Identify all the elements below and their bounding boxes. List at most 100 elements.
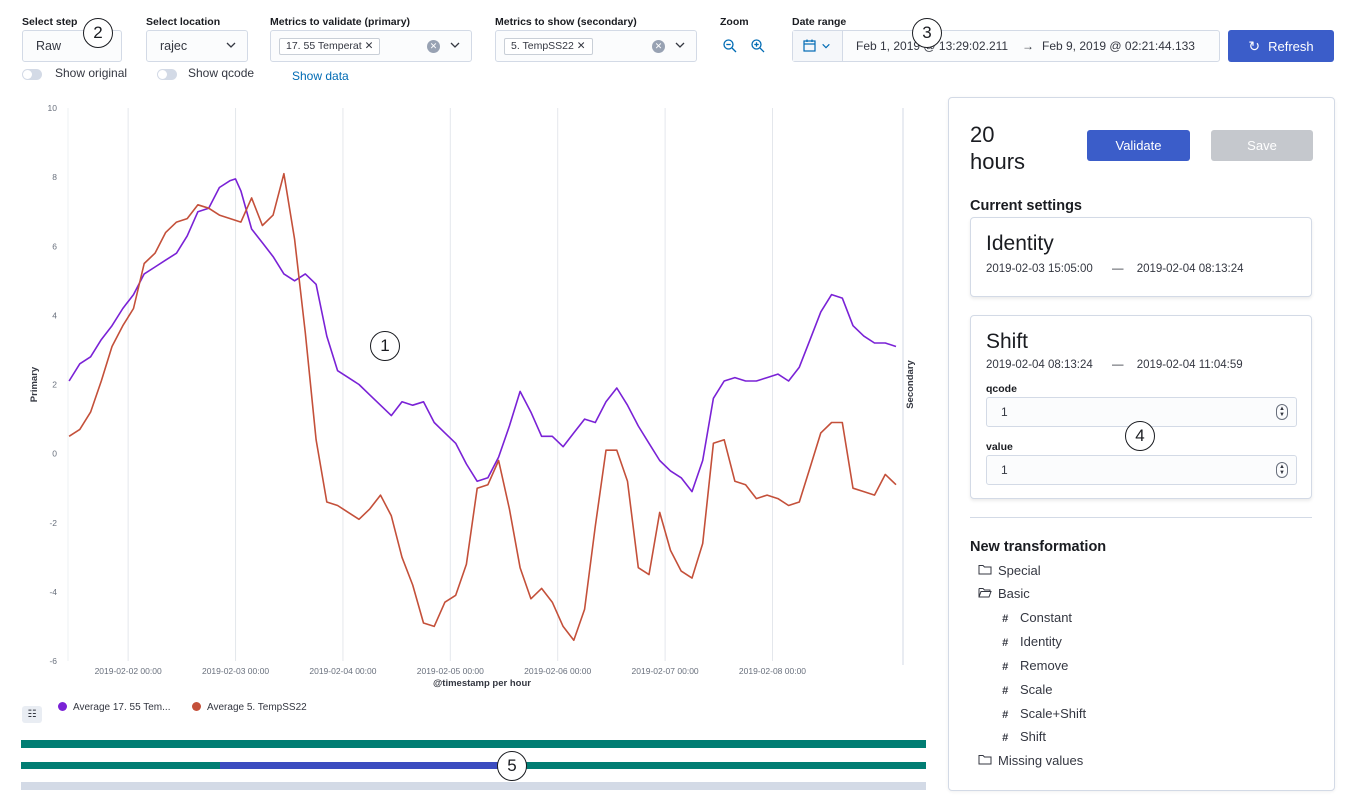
callout-3: 3 [912, 18, 942, 48]
select-location-dropdown[interactable]: rajec [146, 30, 248, 62]
duration-value: 20 [970, 122, 995, 147]
date-range-label: Date range [792, 16, 847, 28]
zoom-in-icon[interactable] [750, 38, 766, 54]
y-tick-label: -4 [49, 587, 57, 597]
chevron-down-icon [226, 42, 236, 48]
tree-label: Identity [1020, 634, 1062, 649]
tree-item-constant[interactable]: # Constant [1002, 610, 1072, 625]
timeline-bar-secondary[interactable] [21, 762, 926, 769]
validate-button[interactable]: Validate [1087, 130, 1190, 161]
zoom-out-icon[interactable] [722, 38, 738, 54]
legend-dot [192, 702, 201, 711]
legend-item-primary[interactable]: Average 17. 55 Tem... [58, 702, 170, 713]
timeline-track[interactable] [21, 782, 926, 790]
show-data-link[interactable]: Show data [292, 69, 349, 83]
tree-label: Special [998, 563, 1041, 578]
primary-metrics-label: Metrics to validate (primary) [270, 16, 411, 28]
calendar-icon [803, 39, 816, 52]
legend-dot [58, 702, 67, 711]
refresh-icon: ↻ [1248, 37, 1261, 54]
date-range-end[interactable]: Feb 9, 2019 @ 02:21:44.133 [1042, 39, 1195, 53]
identity-end: 2019-02-04 08:13:24 [1136, 263, 1244, 275]
secondary-metrics-combobox[interactable]: 5. TempSS22 ✕ ✕ [495, 30, 697, 62]
tree-item-shift[interactable]: # Shift [1002, 729, 1046, 744]
select-location-label: Select location [146, 16, 221, 28]
range-dash: — [1112, 263, 1124, 275]
primary-metric-tag: 17. 55 Temperat ✕ [279, 38, 381, 55]
duration-unit: hours [970, 149, 1026, 174]
qcode-label: qcode [986, 383, 1017, 395]
tree-folder-basic[interactable]: Basic [978, 586, 1030, 601]
y-tick-label: 8 [52, 172, 57, 182]
tree-label: Missing values [998, 753, 1084, 768]
axes: 10 8 6 4 2 0 -2 -4 -6 2019-02-02 00:00 2019-02-03 … [29, 103, 916, 689]
value-value: 1 [1001, 463, 1008, 477]
refresh-button[interactable]: ↻ Refresh [1228, 30, 1334, 62]
hash-icon: # [1002, 685, 1009, 697]
series [68, 172, 897, 642]
timeline-bar-primary[interactable] [21, 740, 926, 748]
legend-toggle-icon[interactable]: ☷ [22, 706, 42, 723]
hash-icon: # [1002, 709, 1009, 721]
identity-title: Identity [986, 232, 1054, 255]
clear-icon[interactable]: ✕ [427, 40, 440, 53]
shift-range: 2019-02-04 08:13:24 — 2019-02-04 11:04:5… [986, 359, 1243, 371]
value-label: value [986, 441, 1013, 453]
show-original-toggle[interactable] [22, 69, 42, 80]
tree-label: Shift [1020, 729, 1047, 744]
legend-label: Average 5. TempSS22 [207, 702, 307, 713]
shift-card[interactable]: Shift 2019-02-04 08:13:24 — 2019-02-04 1… [970, 315, 1312, 499]
remove-tag-icon[interactable]: ✕ [577, 40, 586, 52]
value-input[interactable]: 1 ▲ ▼ [986, 455, 1297, 485]
show-original-label: Show original [55, 66, 128, 80]
identity-range: 2019-02-03 15:05:00 — 2019-02-04 08:13:2… [986, 263, 1244, 275]
tree-item-identity[interactable]: # Identity [1002, 634, 1062, 649]
show-qcode-toggle[interactable] [157, 69, 177, 80]
tree-folder-missing-values[interactable]: Missing values [978, 753, 1083, 768]
x-tick-label: 2019-02-08 00:00 [739, 666, 806, 676]
hash-icon: # [1002, 661, 1009, 673]
chevron-down-icon[interactable] [449, 39, 461, 51]
legend-item-secondary[interactable]: Average 5. TempSS22 [192, 702, 307, 713]
refresh-label: Refresh [1268, 38, 1314, 54]
tree-item-remove[interactable]: # Remove [1002, 658, 1068, 673]
tree-folder-special[interactable]: Special [978, 563, 1041, 578]
chevron-down-icon[interactable] [674, 39, 686, 51]
hash-icon: # [1002, 637, 1009, 649]
quick-select-button[interactable] [793, 31, 843, 61]
y-tick-label: 6 [52, 241, 57, 251]
secondary-metric-tag: 5. TempSS22 ✕ [504, 38, 593, 55]
y-tick-label: 4 [52, 310, 57, 320]
tree-label: Scale+Shift [1020, 706, 1087, 721]
y-tick-label: 10 [48, 103, 58, 113]
series-line-secondary [68, 172, 897, 642]
folder-open-icon [978, 588, 992, 598]
select-step-label: Select step [22, 16, 78, 28]
identity-card[interactable]: Identity 2019-02-03 15:05:00 — 2019-02-0… [970, 217, 1312, 297]
tree-item-scale[interactable]: # Scale [1002, 682, 1053, 697]
timeline-selection[interactable] [220, 762, 501, 769]
save-button[interactable]: Save [1211, 130, 1313, 161]
remove-tag-icon[interactable]: ✕ [365, 40, 374, 52]
x-tick-label: 2019-02-04 00:00 [309, 666, 376, 676]
callout-1: 1 [370, 331, 400, 361]
x-tick-label: 2019-02-03 00:00 [202, 666, 269, 676]
stepper-icon[interactable]: ▲ ▼ [1276, 462, 1288, 478]
callout-2: 2 [83, 18, 113, 48]
clear-icon[interactable]: ✕ [652, 40, 665, 53]
select-location-value: rajec [160, 39, 188, 53]
y-tick-label: 2 [52, 380, 57, 390]
tree-item-scale-shift[interactable]: # Scale+Shift [1002, 706, 1086, 721]
chart: 10 8 6 4 2 0 -2 -4 -6 2019-02-02 00:00 2019-02-03 … [29, 103, 916, 689]
folder-closed-icon [978, 755, 992, 765]
range-dash: — [1112, 359, 1124, 371]
y-axis-title: Primary [29, 366, 40, 402]
shift-title: Shift [986, 330, 1029, 353]
stepper-icon[interactable]: ▲ ▼ [1276, 404, 1288, 420]
show-qcode-label: Show qcode [188, 66, 255, 80]
tree-label: Scale [1020, 682, 1053, 697]
callout-4: 4 [1125, 421, 1155, 451]
primary-metrics-combobox[interactable]: 17. 55 Temperat ✕ ✕ [270, 30, 472, 62]
date-range-picker: Feb 1, 2019 @ 13:29:02.211 → Feb 9, 2019… [792, 30, 1220, 62]
hash-icon: # [1002, 732, 1009, 744]
